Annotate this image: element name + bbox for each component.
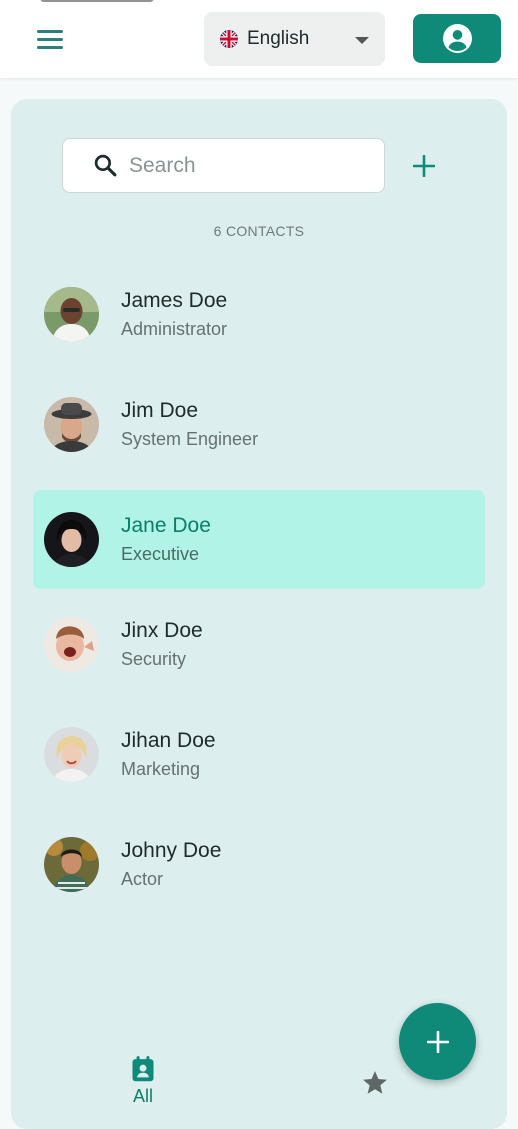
contact-name: Jim Doe <box>121 399 199 422</box>
plus-icon <box>413 155 435 177</box>
contact-role: Administrator <box>121 319 228 339</box>
contact-name: Johny Doe <box>121 839 222 862</box>
search-input[interactable] <box>127 152 357 179</box>
account-button[interactable] <box>413 14 501 63</box>
add-contact-fab[interactable] <box>399 1003 476 1080</box>
menu-button[interactable] <box>30 22 70 56</box>
contact-role: Marketing <box>121 759 201 779</box>
list-item[interactable]: James Doe Administrator <box>33 265 485 375</box>
contact-name: Jane Doe <box>121 514 211 537</box>
contacts-panel: 6 CONTACTS James Doe Administrator <box>11 99 507 1129</box>
contact-role: Security <box>121 649 187 669</box>
avatar <box>44 837 99 892</box>
language-label: English <box>247 28 310 49</box>
user-circle-icon <box>442 24 472 53</box>
list-item[interactable]: Jinx Doe Security <box>33 595 485 705</box>
tab-all-label: All <box>132 1086 153 1106</box>
star-icon <box>363 1071 387 1094</box>
contact-role: Actor <box>121 869 164 889</box>
contacts-count: 6 CONTACTS <box>213 223 305 239</box>
header-overflow-edge <box>40 0 154 2</box>
list-item[interactable]: Johny Doe Actor <box>33 815 485 925</box>
contact-name: Jihan Doe <box>121 729 216 752</box>
tab-favorites[interactable] <box>358 1066 392 1100</box>
tab-all[interactable]: All <box>118 1055 168 1110</box>
contact-name: Jinx Doe <box>121 619 203 642</box>
search-box[interactable] <box>62 138 385 193</box>
uk-flag-icon <box>220 30 238 48</box>
contact-role: Executive <box>121 544 200 564</box>
add-contact-button[interactable] <box>409 151 439 181</box>
list-item[interactable]: Jim Doe System Engineer <box>33 375 485 485</box>
contacts-calendar-icon <box>132 1056 154 1082</box>
contact-name: James Doe <box>121 289 228 312</box>
hamburger-menu-icon <box>37 29 63 33</box>
avatar <box>44 287 99 342</box>
avatar <box>44 512 99 567</box>
plus-icon <box>426 1030 449 1053</box>
list-item-selected[interactable]: Jane Doe Executive <box>33 490 485 589</box>
contact-list: James Doe Administrator Jim Doe System E… <box>33 265 485 925</box>
avatar <box>44 727 99 782</box>
avatar <box>44 617 99 672</box>
chevron-down-icon <box>355 36 369 44</box>
language-select[interactable]: English <box>204 12 385 66</box>
avatar <box>44 397 99 452</box>
top-app-bar: English <box>0 0 518 78</box>
list-item[interactable]: Jihan Doe Marketing <box>33 705 485 815</box>
search-icon <box>94 154 117 177</box>
contact-role: System Engineer <box>121 429 259 449</box>
